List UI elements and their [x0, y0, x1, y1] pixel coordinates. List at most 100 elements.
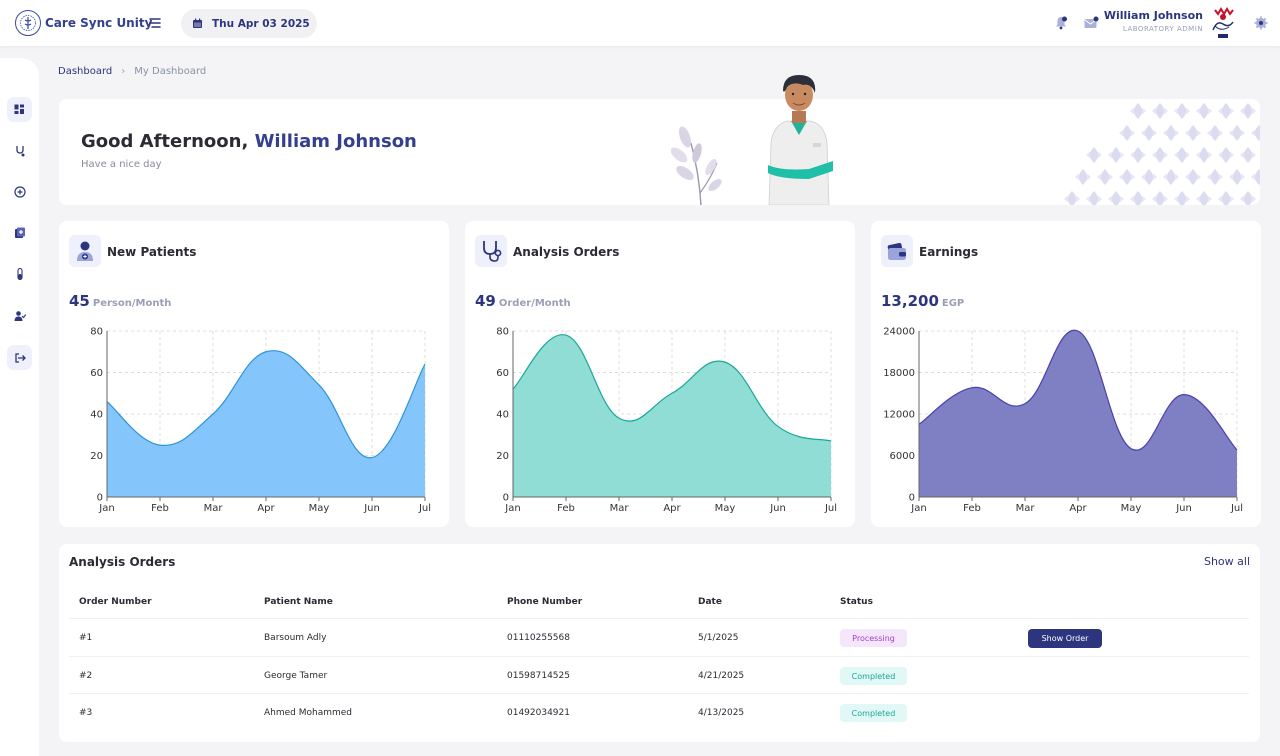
pattern-shape — [1240, 107, 1256, 115]
header-date: Date — [698, 597, 722, 607]
x-tick-label: Jun — [1175, 503, 1192, 514]
pattern-shape — [1229, 173, 1245, 181]
y-tick-label: 40 — [496, 410, 509, 421]
pattern-shape — [1097, 173, 1113, 181]
earnings-card: Earnings 13,200 EGP 0 6000 12000 18000 24000 J… — [871, 221, 1261, 527]
card-value-unit: Order/Month — [498, 298, 571, 309]
app-title: Care Sync Unity — [45, 16, 153, 30]
new-patients-chart: 0 20 40 60 80 Jan Feb Mar Apr May Jun Jul — [90, 327, 431, 515]
x-tick-label: Apr — [257, 503, 275, 514]
x-tick-label: Mar — [610, 503, 630, 514]
status-badge: Completed — [840, 704, 907, 722]
pattern-shape — [1218, 107, 1234, 115]
pattern-shape — [1075, 173, 1091, 181]
y-tick-label: 40 — [90, 410, 103, 421]
phone-number: 01598714525 — [507, 671, 570, 681]
pattern-shape — [1240, 151, 1256, 159]
greeting-name: William Johnson — [254, 131, 417, 152]
phone-number: 01492034921 — [507, 708, 570, 718]
pattern-shape — [1196, 107, 1212, 115]
notification-bell-icon[interactable] — [1053, 15, 1069, 31]
y-tick-label: 0 — [503, 493, 509, 504]
table-title: Analysis Orders — [69, 555, 176, 569]
pattern-shape — [1064, 195, 1080, 203]
sidebar-item-records[interactable] — [7, 220, 32, 245]
patient-icon — [69, 235, 101, 267]
sidebar-item-users[interactable] — [7, 303, 32, 328]
header-patient-name: Patient Name — [264, 597, 333, 607]
x-tick-label: Mar — [204, 503, 224, 514]
current-date: Thu Apr 03 2025 — [212, 17, 310, 30]
patient-name: Barsoum Adly — [264, 633, 327, 643]
show-order-button[interactable]: Show Order — [1028, 629, 1102, 648]
sidebar-item-dashboard[interactable] — [7, 97, 32, 122]
app-logo[interactable]: Care Sync Unity — [15, 10, 152, 36]
pattern-shape — [1130, 107, 1146, 115]
pattern-shape — [1108, 195, 1124, 203]
patient-name: Ahmed Mohammed — [264, 708, 353, 718]
x-tick-label: Jul — [1230, 503, 1243, 514]
sidebar-item-logout[interactable] — [7, 345, 32, 370]
user-name: William Johnson — [1103, 9, 1203, 22]
menu-toggle-icon[interactable] — [148, 15, 162, 29]
header-order-number: Order Number — [79, 597, 152, 607]
phone-number: 01110255568 — [507, 633, 570, 643]
table-row[interactable]: #3 Ahmed Mohammed 01492034921 4/13/2025 … — [69, 693, 1249, 731]
pattern-shape — [1130, 151, 1146, 159]
user-check-icon — [14, 310, 26, 321]
pattern-shape — [1152, 107, 1168, 115]
y-tick-label: 0 — [97, 493, 103, 504]
top-bar: Care Sync Unity Thu Apr 03 2025 William … — [0, 0, 1280, 46]
breadcrumb-dashboard-link[interactable]: Dashboard — [58, 66, 112, 77]
card-value: 13,200 EGP — [881, 292, 964, 310]
card-title: Earnings — [919, 245, 979, 259]
header-status: Status — [840, 597, 873, 607]
sidebar-item-tests[interactable] — [7, 261, 32, 286]
wallet-icon — [881, 235, 913, 267]
table-row[interactable]: #1 Barsoum Adly 01110255568 5/1/2025 Pro… — [69, 618, 1249, 656]
date-display[interactable]: Thu Apr 03 2025 — [181, 9, 317, 38]
plant-illustration — [671, 126, 722, 205]
pattern-shape — [1218, 195, 1234, 203]
x-tick-label: Feb — [557, 503, 575, 514]
sidebar-item-patients[interactable] — [7, 138, 32, 163]
order-number: #2 — [79, 671, 93, 681]
pattern-shape — [1174, 195, 1190, 203]
x-tick-label: Apr — [663, 503, 681, 514]
analysis-orders-table: Analysis Orders Show all Order Number Pa… — [59, 544, 1260, 742]
pattern-shape — [1229, 129, 1245, 137]
order-date: 5/1/2025 — [698, 633, 739, 643]
greeting-prefix: Good Afternoon, — [81, 131, 255, 152]
card-value-unit: Person/Month — [92, 298, 172, 309]
settings-gear-icon[interactable] — [1253, 15, 1269, 31]
user-avatar[interactable] — [1209, 6, 1237, 40]
card-value-number: 13,200 — [881, 292, 939, 310]
pattern-shape — [1174, 107, 1190, 115]
sidebar — [0, 58, 39, 756]
pattern-shape — [1108, 151, 1124, 159]
y-tick-label: 60 — [496, 368, 509, 379]
caduceus-icon — [15, 10, 41, 36]
doctor-illustration — [768, 75, 833, 205]
x-tick-label: Jan — [910, 503, 926, 514]
card-value-unit: EGP — [941, 298, 965, 309]
pattern-shape — [1251, 173, 1260, 181]
show-all-link[interactable]: Show all — [1204, 555, 1250, 568]
messages-icon[interactable] — [1083, 15, 1099, 31]
user-info[interactable]: William Johnson LABORATORY ADMIN — [1104, 9, 1203, 33]
greeting-subtitle: Have a nice day — [81, 159, 162, 170]
x-tick-label: Jul — [824, 503, 837, 514]
logout-icon — [14, 352, 26, 363]
table-row[interactable]: #2 George Tamer 01598714525 4/21/2025 Co… — [69, 656, 1249, 694]
pattern-shape — [1218, 151, 1234, 159]
pattern-shape — [1141, 129, 1157, 137]
user-role: LABORATORY ADMIN — [1122, 25, 1203, 33]
pattern-shape — [1207, 129, 1223, 137]
x-tick-label: Apr — [1069, 503, 1087, 514]
x-tick-label: Feb — [151, 503, 169, 514]
pattern-shape — [1240, 195, 1256, 203]
sidebar-item-add[interactable] — [7, 179, 32, 204]
y-tick-label: 80 — [496, 327, 509, 338]
order-number: #1 — [79, 633, 93, 643]
y-tick-label: 24000 — [883, 327, 915, 338]
